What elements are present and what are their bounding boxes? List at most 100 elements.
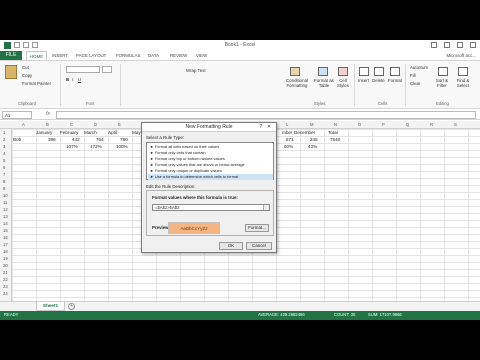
format-painter-button[interactable]: Format Painter [22,81,51,86]
row-header[interactable]: 11 [3,200,7,205]
cell-styles-button[interactable]: Cell Styles [335,78,351,88]
conditional-formatting-button[interactable]: Conditional Formatting [283,78,311,88]
column-header[interactable]: O [358,122,361,127]
row-header[interactable]: 6 [3,165,5,170]
row-header[interactable]: 10 [3,193,8,198]
tab-formulas[interactable]: FORMULAS [116,51,140,60]
cut-button[interactable]: Cut [22,65,29,70]
help-icon[interactable] [431,42,437,48]
find-select-button[interactable]: Find & Select [452,78,474,88]
row-header[interactable]: 14 [3,221,8,226]
tab-insert[interactable]: INSERT [52,51,68,60]
row-header[interactable]: 5 [3,158,5,163]
column-header[interactable]: P [382,122,385,127]
row-header[interactable]: 16 [3,235,8,240]
column-header[interactable]: C [70,122,73,127]
autosum-button[interactable]: AutoSum [410,65,428,70]
tab-page-layout[interactable]: PAGE LAYOUT [76,51,106,60]
delete-cells-button[interactable]: Delete [372,78,385,83]
cell-m3[interactable]: 43% [308,144,317,149]
row-header[interactable]: 13 [3,214,8,219]
cell-e2[interactable]: 780 [120,137,128,142]
paste-icon[interactable] [5,65,17,79]
cell-e1[interactable]: April [108,130,117,135]
row-header[interactable]: 8 [3,179,5,184]
tab-home[interactable]: HOME [26,51,48,60]
row-header[interactable]: 22 [3,277,8,282]
row-header[interactable]: 19 [3,256,8,261]
row-header[interactable]: 1 [3,130,5,135]
delete-cells-icon[interactable] [374,67,384,76]
cell-c1[interactable]: February [60,130,78,135]
row-header[interactable]: 24 [3,291,8,296]
sort-filter-icon[interactable] [438,67,448,76]
tab-view[interactable]: VIEW [196,51,207,60]
find-select-icon[interactable] [458,67,468,76]
format-as-table-icon[interactable] [318,67,328,76]
column-header[interactable]: N [334,122,337,127]
insert-cells-icon[interactable] [359,67,369,76]
column-header[interactable]: S [454,122,457,127]
cell-d1[interactable]: March [84,130,97,135]
row-header[interactable]: 9 [3,186,5,191]
cell-f1[interactable]: May [132,130,141,135]
rule-type-item[interactable]: ► Format all cells based on their values [148,144,273,150]
tab-review[interactable]: REVIEW [170,51,187,60]
font-name-select[interactable] [66,66,100,73]
formula-field[interactable]: =$A$2>$A$3 [152,204,270,211]
sort-filter-button[interactable]: Sort & Filter [434,78,450,88]
cell-b2[interactable]: 396 [48,137,56,142]
column-header[interactable]: E [118,122,121,127]
cell-c3[interactable]: 107% [66,144,78,149]
ok-button[interactable]: OK [219,242,243,250]
fx-icon[interactable]: fx [46,111,50,117]
row-header[interactable]: 12 [3,207,8,212]
row-header[interactable]: 3 [3,144,5,149]
copy-button[interactable]: Copy [22,73,32,78]
cell-n2[interactable]: 7540 [330,137,340,142]
row-header[interactable]: 7 [3,172,5,177]
format-as-table-button[interactable]: Format as Table [313,78,335,88]
row-header[interactable]: 21 [3,270,8,275]
tab-file[interactable]: FILE [0,51,22,60]
rule-type-item-selected[interactable]: ► Use a formula to determine which cells… [148,174,273,180]
range-picker-icon[interactable] [263,205,269,210]
cell-a2[interactable]: Bob [13,137,21,142]
row-header[interactable]: 20 [3,263,8,268]
cell-styles-icon[interactable] [338,67,348,76]
cell-l1[interactable]: mber [282,130,292,135]
rule-type-item[interactable]: ► Format only top or bottom ranked value… [148,156,273,162]
underline-icon[interactable]: U [78,77,81,82]
cell-e3[interactable]: 100% [116,144,128,149]
cell-m2[interactable]: 245 [310,137,318,142]
rule-type-item[interactable]: ► Format only values that are above or b… [148,162,273,168]
cancel-button[interactable]: Cancel [246,242,272,250]
column-header[interactable]: A [22,122,25,127]
sheet-tab-sheet1[interactable]: Sheet1 [36,302,66,311]
row-header[interactable]: 2 [3,137,5,142]
cell-l2[interactable]: 571 [286,137,294,142]
format-button[interactable]: Format... [245,224,269,232]
row-header[interactable]: 18 [3,249,8,254]
column-header[interactable]: M [310,122,314,127]
bold-icon[interactable]: B [66,77,69,82]
cell-m1[interactable]: December [294,130,315,135]
conditional-formatting-icon[interactable] [290,67,300,76]
cell-l3[interactable]: 60% [284,144,293,149]
row-header[interactable]: 23 [3,284,8,289]
italic-icon[interactable]: I [72,77,73,82]
rule-type-list[interactable]: ► Format all cells based on their values… [146,142,274,180]
format-cells-icon[interactable] [390,67,400,76]
cell-b1[interactable]: January [36,130,52,135]
close-icon[interactable]: ✕ [264,124,274,131]
format-cells-button[interactable]: Format [388,78,402,83]
rule-type-item[interactable]: ► Format only cells that contain [148,150,273,156]
tab-data[interactable]: DATA [148,51,159,60]
cell-c2[interactable]: 442 [72,137,80,142]
minimize-icon[interactable] [444,42,450,48]
wrap-text-button[interactable]: Wrap Text [186,68,206,73]
name-box[interactable]: A1 [2,111,32,119]
account-link[interactable]: Microsoft acc... [446,51,476,60]
insert-cells-button[interactable]: Insert [358,78,369,83]
add-sheet-icon[interactable]: + [68,303,75,310]
